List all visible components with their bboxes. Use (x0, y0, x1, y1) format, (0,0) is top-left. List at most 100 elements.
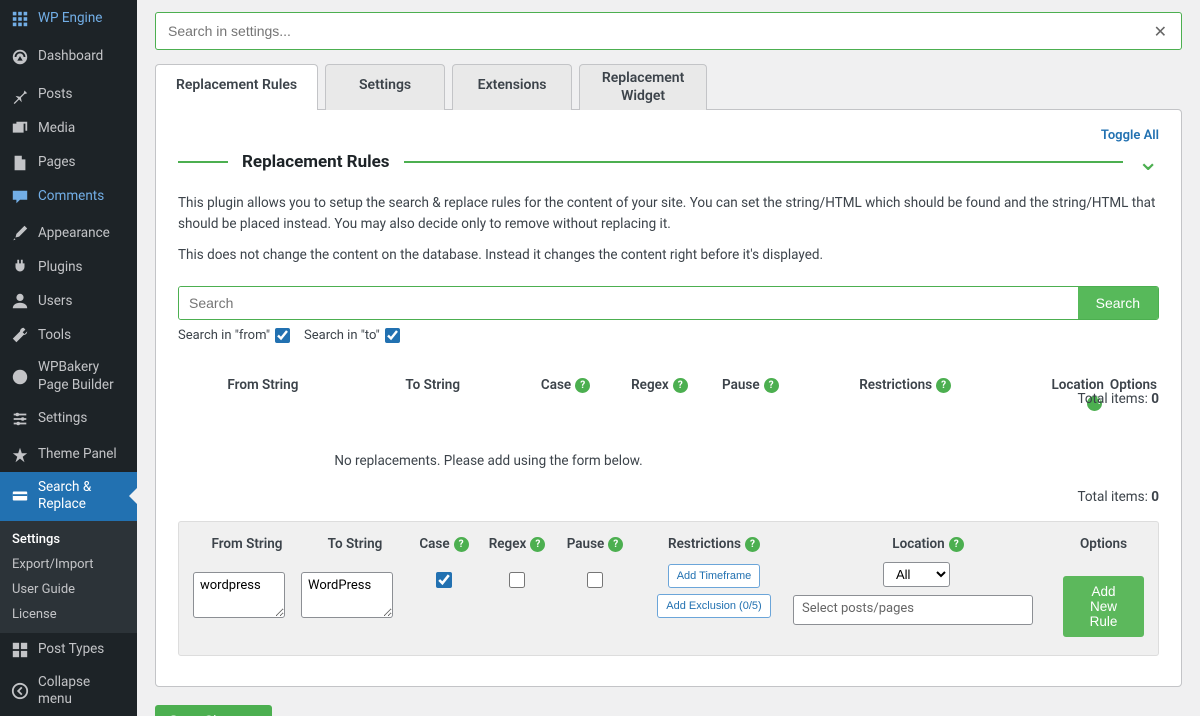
settings-search-bar: ✕ (155, 12, 1182, 50)
section-description-2: This does not change the content on the … (178, 245, 1159, 266)
label-text: Search in "to" (304, 328, 380, 343)
plug-icon (10, 257, 30, 277)
add-rule-row: Add Timeframe Add Exclusion (0/5) All Se… (193, 562, 1144, 637)
col-restrictions: Restrictions? (795, 377, 1015, 393)
settings-search-input[interactable] (166, 17, 1150, 45)
section-description: This plugin allows you to setup the sear… (178, 193, 1159, 235)
search-in-from-label[interactable]: Search in "from" (178, 328, 290, 343)
card-icon (10, 486, 30, 506)
sidebar-item-pages[interactable]: Pages (0, 146, 137, 180)
search-in-from-checkbox[interactable] (275, 328, 290, 343)
tab-extensions[interactable]: Extensions (452, 64, 572, 110)
submenu-item-license[interactable]: License (0, 602, 137, 627)
rules-search-button[interactable]: Search (1078, 287, 1158, 319)
help-icon[interactable]: ? (764, 378, 779, 393)
select-posts-input[interactable]: Select posts/pages (793, 595, 1033, 625)
sidebar-item-comments[interactable]: Comments (0, 180, 137, 214)
col-pause: Pause? (705, 377, 795, 393)
submenu-item-user-guide[interactable]: User Guide (0, 577, 137, 602)
toggle-all-link[interactable]: Toggle All (178, 128, 1159, 143)
help-icon[interactable]: ? (530, 537, 545, 552)
close-icon[interactable]: ✕ (1150, 20, 1171, 43)
add-timeframe-button[interactable]: Add Timeframe (668, 564, 761, 588)
section-title: Replacement Rules (242, 152, 390, 172)
search-in-to-checkbox[interactable] (385, 328, 400, 343)
total-items-bottom: Total items: 0 (178, 489, 1159, 505)
col-from-string: From String (178, 377, 348, 393)
empty-rules-message: No replacements. Please add using the fo… (137, 453, 979, 469)
sidebar-item-settings[interactable]: Settings (0, 402, 137, 436)
sidebar-item-users[interactable]: Users (0, 284, 137, 318)
rules-search-input[interactable] (179, 287, 1078, 319)
wrench-icon (10, 325, 30, 345)
sidebar-item-label: Pages (38, 154, 76, 172)
sidebar-item-label: Appearance (38, 225, 110, 243)
sidebar-item-media[interactable]: Media (0, 112, 137, 146)
comment-icon (10, 187, 30, 207)
pin-icon (10, 85, 30, 105)
from-string-input[interactable] (193, 572, 285, 618)
sidebar-item-posts[interactable]: Posts (0, 78, 137, 112)
location-select[interactable]: All (883, 562, 950, 587)
sidebar-item-collapse[interactable]: Collapse menu (0, 667, 137, 716)
h-restrict: Restrictions? (635, 536, 793, 552)
collapse-icon (10, 681, 30, 701)
page-icon (10, 153, 30, 173)
divider-line (178, 161, 228, 163)
pause-checkbox[interactable] (587, 572, 603, 588)
grid-icon (10, 640, 30, 660)
user-icon (10, 291, 30, 311)
sidebar-item-label: Tools (38, 327, 71, 345)
add-rule-header: From String To String Case? Regex? Pause… (193, 536, 1144, 552)
chevron-down-icon[interactable]: ⌄ (1137, 149, 1159, 175)
col-to-string: To String (348, 377, 518, 393)
sidebar-item-search-replace[interactable]: Search & Replace (0, 472, 137, 521)
sidebar-item-label: Post Types (38, 641, 104, 659)
h-to: To String (301, 536, 409, 552)
tab-settings[interactable]: Settings (325, 64, 445, 110)
h-regex: Regex? (479, 536, 555, 552)
h-pause: Pause? (555, 536, 635, 552)
to-string-input[interactable] (301, 572, 393, 618)
label-text: Search in "from" (178, 328, 270, 343)
wpbakery-icon (10, 367, 30, 387)
help-icon[interactable]: ? (936, 378, 951, 393)
sidebar-item-appearance[interactable]: Appearance (0, 216, 137, 250)
sidebar-item-plugins[interactable]: Plugins (0, 250, 137, 284)
media-icon (10, 119, 30, 139)
search-in-to-label[interactable]: Search in "to" (304, 328, 400, 343)
sidebar-item-tools[interactable]: Tools (0, 318, 137, 352)
sidebar-item-label: Posts (38, 86, 72, 104)
save-changes-button[interactable]: Save Changes (155, 705, 272, 716)
add-exclusion-button[interactable]: Add Exclusion (0/5) (657, 594, 770, 618)
help-icon[interactable]: ? (454, 537, 469, 552)
h-options: Options (1063, 536, 1144, 552)
dashboard-icon (10, 47, 30, 67)
sidebar-item-wpengine[interactable]: WP Engine (0, 0, 137, 38)
help-icon[interactable]: ? (673, 378, 688, 393)
divider-line (404, 161, 1124, 163)
h-location: Location? (793, 536, 1063, 552)
sidebar-item-label: WP Engine (38, 10, 102, 28)
regex-checkbox[interactable] (509, 572, 525, 588)
case-checkbox[interactable] (436, 572, 452, 588)
submenu-item-settings[interactable]: Settings (0, 527, 137, 552)
submenu-item-export-import[interactable]: Export/Import (0, 552, 137, 577)
add-new-rule-button[interactable]: Add New Rule (1063, 576, 1144, 637)
help-icon[interactable]: ? (608, 537, 623, 552)
section-header: Replacement Rules ⌄ (178, 149, 1159, 175)
sidebar-item-dashboard[interactable]: Dashboard (0, 38, 137, 76)
admin-sidebar: WP Engine Dashboard Posts Media Pages Co… (0, 0, 137, 716)
brush-icon (10, 223, 30, 243)
sidebar-item-theme-panel[interactable]: Theme Panel (0, 438, 137, 472)
sidebar-item-wpbakery[interactable]: WPBakery Page Builder (0, 352, 137, 401)
help-icon[interactable]: ? (575, 378, 590, 393)
panel-replacement-rules: Toggle All Replacement Rules ⌄ This plug… (155, 109, 1182, 687)
sidebar-item-post-types[interactable]: Post Types (0, 633, 137, 667)
help-icon[interactable]: ? (949, 537, 964, 552)
tab-replacement-rules[interactable]: Replacement Rules (155, 64, 318, 110)
sidebar-submenu: Settings Export/Import User Guide Licens… (0, 521, 137, 633)
help-icon[interactable]: ? (745, 537, 760, 552)
sidebar-item-label: Collapse menu (38, 674, 127, 709)
tab-replacement-widget[interactable]: Replacement Widget (579, 64, 707, 110)
